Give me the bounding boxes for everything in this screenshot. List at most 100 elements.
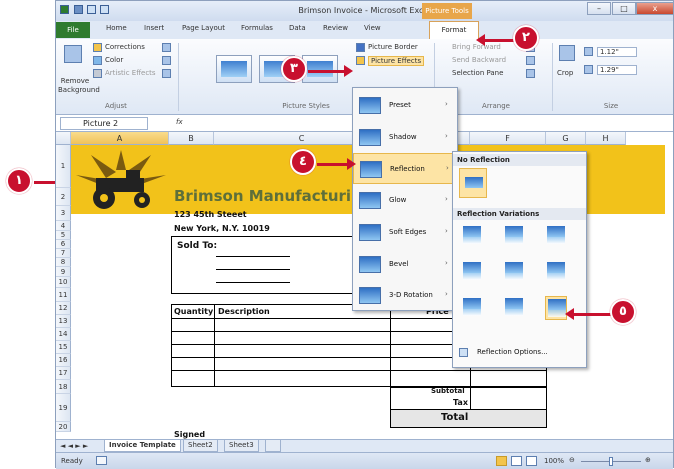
sheet-tab-sheet2[interactable]: Sheet2 [183,440,218,452]
picture-effects-button[interactable]: Picture Effects [368,56,425,66]
row-header[interactable]: 12 [56,302,71,315]
tab-data[interactable]: Data [289,24,306,32]
menu-item-soft-edges[interactable]: Soft Edges › [353,217,457,248]
row-header[interactable]: 19 [56,394,71,422]
insert-sheet-icon[interactable] [265,440,281,452]
reflection-variation-option[interactable] [503,260,525,284]
tab-page-layout[interactable]: Page Layout [182,24,225,32]
row-header[interactable]: 11 [56,288,71,302]
ribbon-tabs: File Home Insert Page Layout Formulas Da… [56,21,673,39]
send-backward-button[interactable]: Send Backward [452,56,506,64]
reflection-variation-option[interactable] [545,296,567,320]
tab-home[interactable]: Home [106,24,127,32]
column-header-f[interactable]: F [470,132,546,145]
compress-pictures-icon[interactable] [162,43,171,52]
menu-item-preset[interactable]: Preset › [353,90,457,121]
name-box[interactable]: Picture 2 [60,117,148,130]
minimize-button[interactable]: – [587,2,611,15]
page-break-view-icon[interactable] [526,456,537,466]
picture-style-3[interactable] [302,55,338,83]
tab-view[interactable]: View [364,24,381,32]
artistic-effects-button[interactable]: Artistic Effects [105,69,156,77]
reset-picture-icon[interactable] [162,69,171,78]
row-header[interactable]: 13 [56,315,71,328]
zoom-level[interactable]: 100% [544,457,564,465]
tab-insert[interactable]: Insert [144,24,164,32]
menu-item-3d-rotation[interactable]: 3-D Rotation › [353,280,457,311]
row-header[interactable]: 20 [56,422,71,432]
page-layout-view-icon[interactable] [511,456,522,466]
crop-icon[interactable] [559,45,575,61]
row-header[interactable]: 1 [56,145,71,188]
tab-review[interactable]: Review [323,24,348,32]
fx-icon[interactable]: fx [176,118,183,126]
row-header[interactable]: 8 [56,258,71,267]
column-header-g[interactable]: G [546,132,586,145]
row-header[interactable]: 6 [56,240,71,249]
menu-item-bevel[interactable]: Bevel › [353,249,457,280]
selection-pane-button[interactable]: Selection Pane [452,69,503,77]
column-header-h[interactable]: H [586,132,626,145]
width-field[interactable]: 1.29" [597,65,637,75]
sheet-nav-icons[interactable]: ◄ ◄ ► ► [60,442,88,450]
menu-item-reflection[interactable]: Reflection › [353,153,457,184]
change-picture-icon[interactable] [162,56,171,65]
zoom-out-icon[interactable]: ⊖ [569,456,575,464]
tab-format[interactable]: Format [429,21,479,39]
row-header[interactable]: 16 [56,354,71,367]
picture-style-1[interactable] [216,55,252,83]
row-header[interactable]: 2 [56,188,71,206]
corrections-button[interactable]: Corrections [105,43,145,51]
crop-button[interactable]: Crop [557,69,573,77]
group-icon[interactable] [526,56,535,65]
window-title: Brimson Invoice - Microsoft Excel [298,6,431,15]
remove-background-button[interactable]: Remove Background [58,77,100,95]
picture-border-button[interactable]: Picture Border [368,43,418,51]
zoom-in-icon[interactable]: ⊕ [645,456,651,464]
row-header[interactable]: 14 [56,328,71,341]
column-header-corner[interactable] [56,132,71,145]
sheet-tab-invoice-template[interactable]: Invoice Template [104,440,181,452]
reflection-variation-option[interactable] [461,260,483,284]
sheet-tab-sheet3[interactable]: Sheet3 [224,440,259,452]
maximize-button[interactable]: □ [612,2,636,15]
menu-item-shadow[interactable]: Shadow › [353,122,457,153]
reflection-variation-option[interactable] [503,224,525,248]
row-header[interactable]: 5 [56,231,71,240]
normal-view-icon[interactable] [496,456,507,466]
height-field[interactable]: 1.12" [597,47,637,57]
reflection-variation-option[interactable] [461,296,483,320]
color-button[interactable]: Color [105,56,123,64]
rotate-icon[interactable] [526,69,535,78]
tab-file[interactable]: File [56,22,90,38]
column-header-b[interactable]: B [169,132,214,145]
row-header[interactable]: 7 [56,249,71,258]
picture-effects-icon [356,56,365,65]
row-header[interactable]: 9 [56,267,71,277]
picture-effects-menu: Preset › Shadow › Reflection › Glow › Soft E… [352,87,458,311]
row-header[interactable]: 17 [56,367,71,380]
reflection-variation-option[interactable] [503,296,525,320]
column-header-a[interactable]: A [71,132,169,145]
row-header[interactable]: 4 [56,221,71,231]
macro-record-icon[interactable] [96,456,107,465]
zoom-slider-handle[interactable] [609,457,613,466]
reflection-variation-option[interactable] [545,260,567,284]
reflection-variation-option[interactable] [461,224,483,248]
row-header[interactable]: 18 [56,380,71,394]
row-header[interactable]: 3 [56,206,71,221]
tab-formulas[interactable]: Formulas [241,24,273,32]
tractor-logo[interactable] [76,150,166,212]
remove-background-icon[interactable] [64,45,82,63]
table-row-line [171,370,547,371]
row-header[interactable]: 10 [56,277,71,288]
no-reflection-option[interactable] [459,168,487,198]
reflection-variation-option[interactable] [545,224,567,248]
row-header[interactable]: 15 [56,341,71,354]
reflection-options-item[interactable]: Reflection Options... [477,348,548,356]
callout-1: ١ [6,168,32,194]
reflection-submenu: No Reflection Reflection Variations Refl… [452,151,587,368]
menu-item-glow[interactable]: Glow › [353,185,457,216]
worksheet-grid[interactable]: A B C D F G H Brimson Manufacturi 123456… [56,87,673,439]
close-button[interactable]: x [636,2,674,15]
